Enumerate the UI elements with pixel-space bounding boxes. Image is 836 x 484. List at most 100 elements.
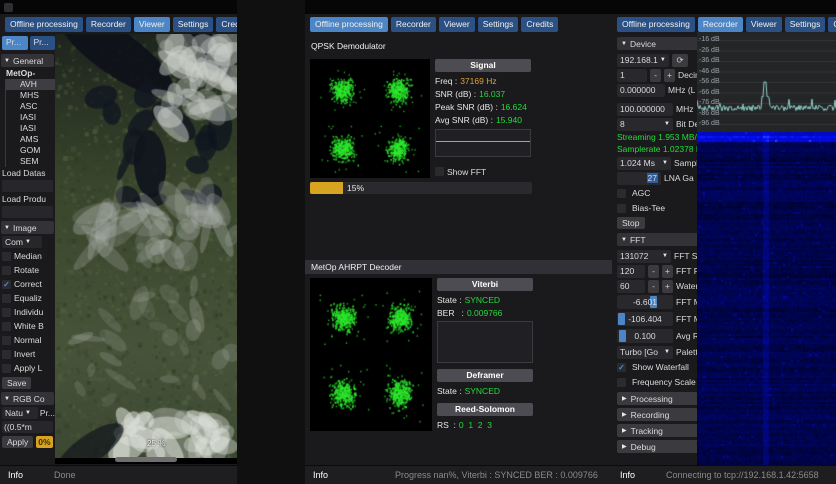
tree-item-avhrr[interactable]: AVH xyxy=(5,79,55,90)
apply-button[interactable]: Apply xyxy=(2,435,34,448)
chevron-down-icon: ▼ xyxy=(24,239,31,245)
lo-offset-input[interactable]: 0.000000 xyxy=(617,83,665,97)
samplerate-combo[interactable]: 1.024 Ms ▼ xyxy=(617,156,671,170)
waterfall-rate-input[interactable]: 60 xyxy=(617,279,645,293)
agc-label: AGC xyxy=(632,188,651,198)
status-info-label: Info xyxy=(313,470,329,480)
tab-settings[interactable]: Settings xyxy=(784,17,826,32)
tab-viewer[interactable]: Viewer xyxy=(438,17,475,32)
horizontal-scrollbar[interactable] xyxy=(55,457,237,462)
scrollbar-handle[interactable] xyxy=(115,457,177,462)
frequency-input[interactable]: 100.000000 xyxy=(617,102,673,116)
avg-rate-slider[interactable]: 0.100 xyxy=(617,329,673,343)
chevron-down-icon: ▼ xyxy=(4,57,10,64)
tab-offline-processing[interactable]: Offline processing xyxy=(310,17,388,32)
window-titlebar xyxy=(305,0,612,14)
tree-item-amsu[interactable]: AMS xyxy=(5,134,55,145)
deframer-state-label: State : xyxy=(437,385,462,396)
decimation-input[interactable]: 1 xyxy=(617,68,647,82)
fft-section-header[interactable]: ▼ FFT xyxy=(617,233,699,246)
bias-tee-checkbox[interactable]: Bias-Tee xyxy=(617,201,699,215)
show-waterfall-checkbox[interactable]: ✓ Show Waterfall xyxy=(617,360,699,374)
rgb-preset-combo[interactable]: Natu ▼ xyxy=(2,407,38,419)
tab-recorder[interactable]: Recorder xyxy=(390,17,436,32)
rs-label: RS : xyxy=(437,419,456,430)
fft-rate-minus-button[interactable]: - xyxy=(648,264,659,278)
tab-credits[interactable]: Credits xyxy=(216,17,237,32)
tree-item-gome[interactable]: GOM xyxy=(5,145,55,156)
image-viewer[interactable]: 25 % xyxy=(55,34,237,464)
fft-rate-plus-button[interactable]: + xyxy=(662,264,673,278)
tab-offline-processing[interactable]: Offline processing xyxy=(5,17,83,32)
load-dataset-input[interactable] xyxy=(2,180,53,192)
load-products-input[interactable] xyxy=(2,206,53,218)
tree-item-iasi-1[interactable]: IASI xyxy=(5,112,55,123)
fft-rate-input[interactable]: 120 xyxy=(617,264,645,278)
waterfall-rate-minus-button[interactable]: - xyxy=(648,279,659,293)
tab-settings[interactable]: Settings xyxy=(172,17,214,32)
satellite-image[interactable] xyxy=(55,34,237,458)
demodulator-title[interactable]: QPSK Demodulator xyxy=(311,40,612,53)
status-message: Connecting to tcp://192.168.1.42:5658 xyxy=(666,470,819,480)
save-button[interactable]: Save xyxy=(2,376,32,389)
stop-button[interactable]: Stop xyxy=(617,217,645,229)
chevron-down-icon: ▼ xyxy=(664,348,670,355)
tab-credits[interactable]: Credits xyxy=(828,17,836,32)
tree-group-metop[interactable]: MetOp- xyxy=(0,68,55,79)
db-tick-label: -66 dB xyxy=(699,88,720,96)
slider-grab[interactable] xyxy=(619,330,626,342)
tree-header-general[interactable]: ▼ General xyxy=(1,54,54,67)
option-normalize[interactable]: Normal xyxy=(0,333,55,347)
tab-credits[interactable]: Credits xyxy=(521,17,559,32)
rgb-equation-input[interactable]: ((0.5*m xyxy=(2,421,53,433)
fft-min-slider[interactable]: -106.404 xyxy=(617,312,673,326)
tab-recorder[interactable]: Recorder xyxy=(697,17,743,32)
tab-viewer[interactable]: Viewer xyxy=(133,17,170,32)
tab-offline-processing[interactable]: Offline processing xyxy=(617,17,695,32)
composite-combo[interactable]: Com ▼ xyxy=(2,236,42,248)
image-section-header[interactable]: ▼ Image xyxy=(1,221,54,234)
fft-size-combo[interactable]: 131072 ▼ xyxy=(617,249,671,263)
show-fft-checkbox[interactable]: Show FFT xyxy=(435,165,531,178)
fft-max-slider[interactable]: -6.601 xyxy=(617,295,673,309)
option-equalize[interactable]: Equaliz xyxy=(0,291,55,305)
option-invert[interactable]: Invert xyxy=(0,347,55,361)
tree-item-ascat[interactable]: ASC xyxy=(5,101,55,112)
option-individual[interactable]: Individu xyxy=(0,305,55,319)
tree-item-iasi-2[interactable]: IASI xyxy=(5,123,55,134)
chevron-right-icon: ▶ xyxy=(622,412,627,418)
tree-item-sem[interactable]: SEM xyxy=(5,156,55,167)
decoder-title[interactable]: MetOp AHRPT Decoder xyxy=(305,260,612,274)
decimation-minus-button[interactable]: - xyxy=(650,68,661,82)
rgb-section-header[interactable]: ▼ RGB Co xyxy=(1,392,54,405)
agc-checkbox[interactable]: AGC xyxy=(617,186,699,200)
frequency-scale-checkbox[interactable]: Frequency Scale xyxy=(617,375,699,389)
refresh-devices-button[interactable]: ⟳ xyxy=(672,53,688,67)
palette-combo[interactable]: Turbo [Go ▼ xyxy=(617,345,673,359)
tree-item-mhs[interactable]: MHS xyxy=(5,90,55,101)
slider-grab[interactable] xyxy=(618,313,625,325)
product-tab-1[interactable]: Pr... xyxy=(2,36,28,50)
tab-recorder[interactable]: Recorder xyxy=(85,17,131,32)
option-median[interactable]: Median xyxy=(0,249,55,263)
product-tab-2[interactable]: Pr... xyxy=(29,36,55,50)
waterfall-rate-plus-button[interactable]: + xyxy=(662,279,673,293)
tracking-section-header[interactable]: ▶ Tracking xyxy=(617,424,699,437)
recording-section-header[interactable]: ▶ Recording xyxy=(617,408,699,421)
debug-section-header[interactable]: ▶ Debug xyxy=(617,440,699,453)
decimation-plus-button[interactable]: + xyxy=(664,68,675,82)
avg-snr-value: 15.940 xyxy=(495,114,522,125)
device-section-header[interactable]: ▼ Device xyxy=(617,37,699,50)
option-correct[interactable]: ✓ Correct xyxy=(0,277,55,291)
option-white-balance[interactable]: White B xyxy=(0,319,55,333)
chevron-down-icon: ▼ xyxy=(24,410,31,416)
db-tick-label: -36 dB xyxy=(699,57,720,64)
processing-section-header[interactable]: ▶ Processing xyxy=(617,392,699,405)
bit-depth-combo[interactable]: 8 ▼ xyxy=(617,117,673,131)
tab-settings[interactable]: Settings xyxy=(477,17,519,32)
option-rotate[interactable]: Rotate xyxy=(0,263,55,277)
lna-gain-input[interactable]: 27 xyxy=(617,171,661,185)
device-combo[interactable]: 192.168.1 ▼ xyxy=(617,53,669,67)
tab-viewer[interactable]: Viewer xyxy=(745,17,782,32)
option-apply-lut[interactable]: Apply L xyxy=(0,361,55,375)
